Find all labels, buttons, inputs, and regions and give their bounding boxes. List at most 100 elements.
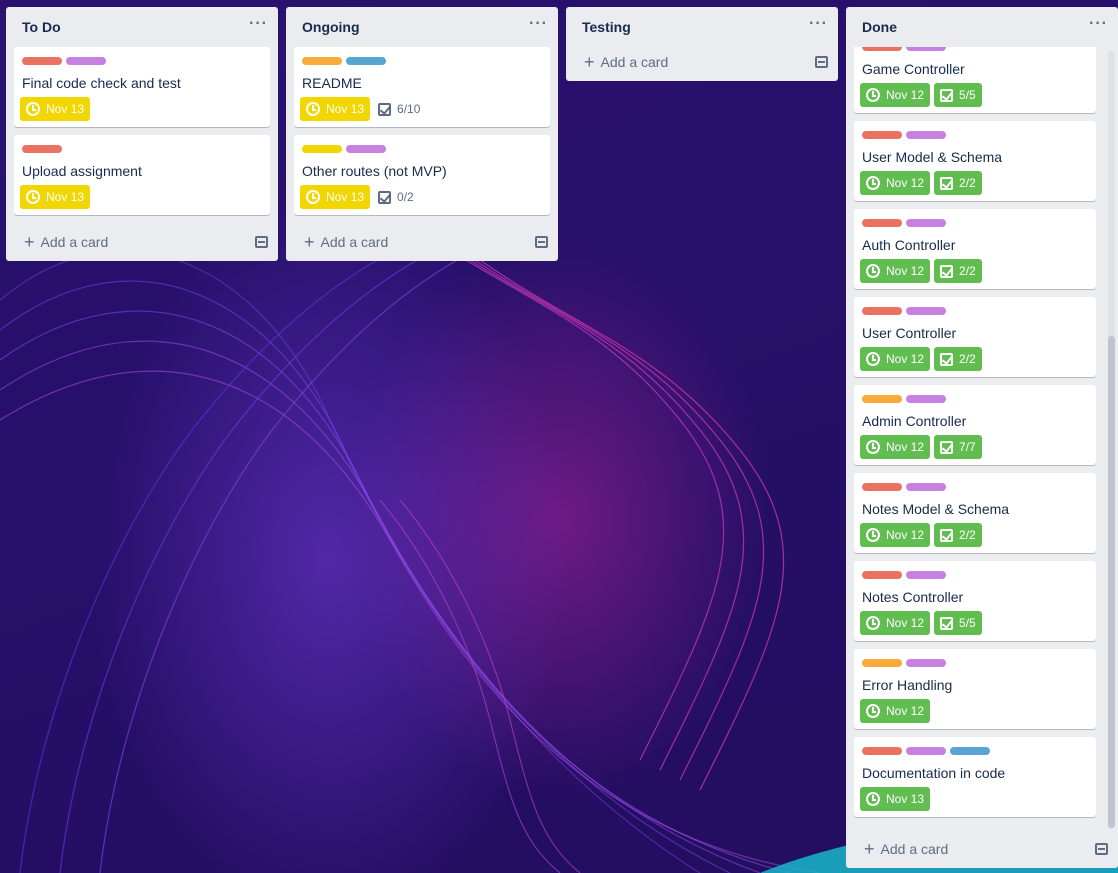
scrollbar-thumb[interactable] — [1108, 336, 1115, 828]
checklist-icon — [940, 528, 954, 542]
due-date-badge[interactable]: Nov 13 — [860, 787, 931, 811]
card[interactable]: User Controller Nov 12 2/2 — [854, 297, 1096, 377]
card-labels[interactable] — [862, 747, 1090, 755]
label-purple[interactable] — [66, 57, 106, 65]
due-date-badge[interactable]: Nov 12 — [860, 347, 931, 371]
card-template-icon[interactable] — [255, 236, 268, 248]
due-date-badge[interactable]: Nov 13 — [300, 97, 371, 121]
label-red[interactable] — [862, 307, 902, 315]
card-title: README — [302, 75, 362, 91]
card-labels[interactable] — [862, 395, 1090, 403]
label-purple[interactable] — [906, 131, 946, 139]
list-title[interactable]: To Do — [22, 19, 61, 35]
list-title[interactable]: Testing — [582, 19, 631, 35]
label-purple[interactable] — [906, 307, 946, 315]
card-labels[interactable] — [302, 57, 544, 65]
add-card-button[interactable]: + Add a card — [584, 53, 668, 71]
label-purple[interactable] — [346, 145, 386, 153]
label-red[interactable] — [862, 47, 902, 51]
label-orange[interactable] — [862, 659, 902, 667]
card-labels[interactable] — [862, 571, 1090, 579]
due-date-badge[interactable]: Nov 12 — [860, 523, 931, 547]
card-labels[interactable] — [862, 47, 1090, 51]
card-labels[interactable] — [862, 131, 1090, 139]
card[interactable]: Auth Controller Nov 12 2/2 — [854, 209, 1096, 289]
card[interactable]: User Model & Schema Nov 12 2/2 — [854, 121, 1096, 201]
card[interactable]: Game Controller Nov 12 5/5 — [854, 47, 1096, 113]
add-card-button[interactable]: + Add a card — [24, 233, 108, 251]
checklist-icon — [940, 176, 954, 190]
label-red[interactable] — [862, 483, 902, 491]
card-labels[interactable] — [302, 145, 544, 153]
checklist-badge: 5/5 — [934, 611, 982, 635]
list-title[interactable]: Ongoing — [302, 19, 360, 35]
label-purple[interactable] — [906, 395, 946, 403]
clock-icon — [866, 440, 880, 454]
label-purple[interactable] — [906, 483, 946, 491]
due-date-badge[interactable]: Nov 12 — [860, 699, 931, 723]
due-date-badge[interactable]: Nov 12 — [860, 171, 931, 195]
card-template-icon[interactable] — [1095, 843, 1108, 855]
list-title[interactable]: Done — [862, 19, 897, 35]
label-red[interactable] — [862, 747, 902, 755]
card-labels[interactable] — [862, 307, 1090, 315]
card-labels[interactable] — [862, 219, 1090, 227]
due-date-text: Nov 12 — [886, 264, 925, 278]
due-date-badge[interactable]: Nov 13 — [20, 97, 91, 121]
card[interactable]: Notes Model & Schema Nov 12 2/2 — [854, 473, 1096, 553]
list-menu-icon[interactable]: ··· — [809, 15, 828, 39]
label-red[interactable] — [862, 219, 902, 227]
label-purple[interactable] — [906, 659, 946, 667]
card[interactable]: Admin Controller Nov 12 7/7 — [854, 385, 1096, 465]
label-purple[interactable] — [906, 571, 946, 579]
label-purple[interactable] — [906, 747, 946, 755]
card-labels[interactable] — [862, 483, 1090, 491]
label-blue[interactable] — [346, 57, 386, 65]
label-orange[interactable] — [302, 57, 342, 65]
clock-icon — [866, 616, 880, 630]
checklist-badge: 2/2 — [934, 347, 982, 371]
label-red[interactable] — [862, 571, 902, 579]
label-orange[interactable] — [862, 395, 902, 403]
card-labels[interactable] — [862, 659, 1090, 667]
checklist-count: 5/5 — [959, 88, 976, 102]
label-purple[interactable] — [906, 219, 946, 227]
due-date-badge[interactable]: Nov 12 — [860, 435, 931, 459]
card-title: Final code check and test — [22, 75, 181, 91]
list-menu-icon[interactable]: ··· — [1089, 15, 1108, 39]
add-card-button[interactable]: + Add a card — [864, 840, 948, 858]
card[interactable]: Upload assignment Nov 13 — [14, 135, 270, 215]
list-cards-scroll-area[interactable]: Game Controller Nov 12 5/5 User Model & Sch… — [846, 47, 1118, 829]
label-yellow[interactable] — [302, 145, 342, 153]
due-date-badge[interactable]: Nov 12 — [860, 611, 931, 635]
due-date-text: Nov 12 — [886, 528, 925, 542]
label-red[interactable] — [22, 145, 62, 153]
checklist-count: 6/10 — [397, 102, 421, 116]
label-red[interactable] — [862, 131, 902, 139]
list-menu-icon[interactable]: ··· — [249, 15, 268, 39]
label-blue[interactable] — [950, 747, 990, 755]
label-red[interactable] — [22, 57, 62, 65]
due-date-badge[interactable]: Nov 12 — [860, 259, 931, 283]
due-date-badge[interactable]: Nov 12 — [860, 83, 931, 107]
card-template-icon[interactable] — [535, 236, 548, 248]
card-title: Documentation in code — [862, 765, 1006, 781]
card[interactable]: Notes Controller Nov 12 5/5 — [854, 561, 1096, 641]
due-date-badge[interactable]: Nov 13 — [20, 185, 91, 209]
card-template-icon[interactable] — [815, 56, 828, 68]
add-card-label: Add a card — [40, 234, 109, 250]
card[interactable]: Documentation in code Nov 13 — [854, 737, 1096, 817]
scrollbar[interactable] — [1108, 51, 1115, 829]
card[interactable]: Other routes (not MVP) Nov 13 0/2 — [294, 135, 550, 215]
list-menu-icon[interactable]: ··· — [529, 15, 548, 39]
card[interactable]: Final code check and test Nov 13 — [14, 47, 270, 127]
clock-icon — [866, 264, 880, 278]
card[interactable]: Error Handling Nov 12 — [854, 649, 1096, 729]
card[interactable]: README Nov 13 6/10 — [294, 47, 550, 127]
add-card-button[interactable]: + Add a card — [304, 233, 388, 251]
due-date-badge[interactable]: Nov 13 — [300, 185, 371, 209]
card-labels[interactable] — [22, 145, 264, 153]
plus-icon: + — [864, 839, 875, 859]
label-purple[interactable] — [906, 47, 946, 51]
card-labels[interactable] — [22, 57, 264, 65]
